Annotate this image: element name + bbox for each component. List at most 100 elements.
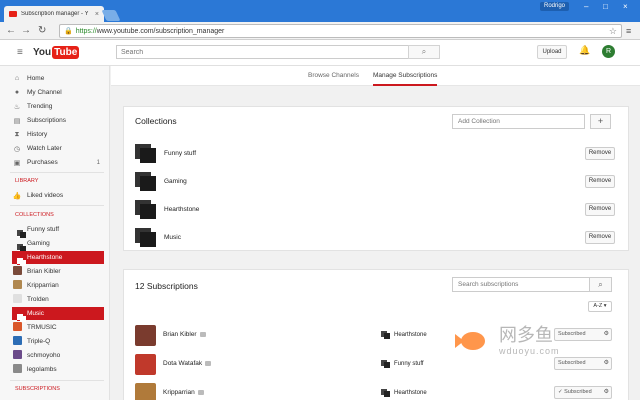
forward-icon[interactable]: → xyxy=(21,25,31,37)
collection-icon xyxy=(135,143,156,163)
collection-icon xyxy=(381,360,390,368)
window-close-icon[interactable]: × xyxy=(623,2,628,11)
channel-collection[interactable]: Funny stuff xyxy=(381,360,424,368)
logo-you-text: You xyxy=(33,47,52,58)
upload-button[interactable]: Upload xyxy=(537,45,567,59)
search-subscriptions-input[interactable] xyxy=(452,277,590,292)
watermark: 网多鱼 wduoyu.com xyxy=(455,322,560,360)
channel-avatar[interactable] xyxy=(135,383,156,400)
new-tab-button[interactable] xyxy=(101,10,121,21)
address-bar[interactable]: 🔒 https://www.youtube.com/subscription_m… xyxy=(59,24,622,38)
collection-row: Music Remove xyxy=(135,226,615,248)
collections-heading: COLLECTIONS xyxy=(15,212,54,218)
mail-icon xyxy=(199,332,206,337)
sidebar-item-trolden[interactable]: Trolden xyxy=(12,293,104,306)
sidebar-item-trmusic[interactable]: TRMUSIC xyxy=(12,321,104,334)
sidebar-item-gaming[interactable]: Gaming xyxy=(12,237,104,250)
minimize-icon[interactable]: – xyxy=(584,2,588,11)
guide-menu-icon[interactable]: ≡ xyxy=(17,47,23,58)
back-icon[interactable]: ← xyxy=(6,25,16,37)
browser-menu-icon[interactable]: ≡ xyxy=(626,26,631,36)
collections-title: Collections xyxy=(135,116,177,126)
divider xyxy=(10,172,104,173)
avatar[interactable]: R xyxy=(602,45,615,58)
tab-manage-subscriptions[interactable]: Manage Subscriptions xyxy=(373,66,438,86)
channel-name[interactable]: Dota Watafak xyxy=(163,360,212,367)
youtube-logo[interactable]: You Tube xyxy=(33,46,80,59)
subscribed-button[interactable]: Subscribed ⚙ xyxy=(554,328,612,341)
sidebar-item-home[interactable]: ⌂ Home xyxy=(12,72,104,85)
collection-name[interactable]: Music xyxy=(164,234,181,241)
sidebar-item-history[interactable]: ⧗ History xyxy=(12,128,104,141)
channel-avatar xyxy=(12,336,22,345)
sidebar-item-brian-kibler[interactable]: Brian Kibler xyxy=(12,265,104,278)
sidebar-item-funny-stuff[interactable]: Funny stuff xyxy=(12,223,104,236)
subscribed-button[interactable]: Subscribed ⚙ xyxy=(554,357,612,370)
bookmark-star-icon[interactable]: ☆ xyxy=(609,25,617,38)
channel-name[interactable]: Kripparrian xyxy=(163,389,204,396)
collection-icon xyxy=(381,389,390,397)
browser-toolbar: ← → ↻ 🔒 https://www.youtube.com/subscrip… xyxy=(0,22,640,40)
sidebar-item-legolambs[interactable]: legolambs xyxy=(12,363,104,376)
divider xyxy=(10,380,104,381)
mail-icon xyxy=(197,390,204,395)
remove-button[interactable]: Remove xyxy=(585,230,615,244)
collection-name[interactable]: Hearthstone xyxy=(164,206,199,213)
add-collection-button[interactable]: + xyxy=(590,114,611,129)
collection-icon xyxy=(381,331,390,339)
reload-icon[interactable]: ↻ xyxy=(38,25,46,37)
browser-tab[interactable]: Subscription manager - Y × xyxy=(4,6,104,22)
search-input[interactable] xyxy=(116,45,409,59)
watermark-url: wduoyu.com xyxy=(499,346,560,356)
search-button[interactable]: ⌕ xyxy=(408,45,440,59)
subscriptions-icon: ▤ xyxy=(13,117,21,125)
subscriptions-title: 12 Subscriptions xyxy=(135,281,198,291)
search-icon: ⌕ xyxy=(421,47,427,56)
sidebar-item-triple-q[interactable]: Triple-Q xyxy=(12,335,104,348)
search-subscriptions-button[interactable]: ⌕ xyxy=(589,277,612,292)
sidebar-item-schmoyoho[interactable]: schmoyoho xyxy=(12,349,104,362)
gear-icon[interactable]: ⚙ xyxy=(604,387,609,398)
sort-dropdown[interactable]: A-Z ▾ xyxy=(588,301,612,312)
purchases-count: 1 xyxy=(96,159,100,166)
url-scheme: https:// xyxy=(75,27,97,35)
channel-avatar xyxy=(12,322,22,331)
remove-button[interactable]: Remove xyxy=(585,202,615,216)
home-icon: ⌂ xyxy=(14,75,20,82)
channel-avatar[interactable] xyxy=(135,354,156,375)
collection-name[interactable]: Gaming xyxy=(164,178,187,185)
tab-browse-channels[interactable]: Browse Channels xyxy=(308,66,359,86)
channel-avatar xyxy=(12,364,22,373)
bell-icon[interactable]: 🔔 xyxy=(579,45,590,56)
sidebar-item-my-channel[interactable]: ● My Channel xyxy=(12,86,104,99)
tab-close-icon[interactable]: × xyxy=(95,11,99,18)
remove-button[interactable]: Remove xyxy=(585,146,615,160)
channel-avatar xyxy=(12,280,22,289)
channel-collection[interactable]: Hearthstone xyxy=(381,331,427,339)
profile-name-badge[interactable]: Rodrigo xyxy=(540,2,570,11)
sidebar: ⌂ Home ● My Channel ♨ Trending ▤ Subscriptio… xyxy=(0,66,110,400)
library-heading: LIBRARY xyxy=(15,178,39,184)
lock-icon: 🔒 xyxy=(64,28,73,35)
sidebar-item-music[interactable]: Music xyxy=(12,307,104,320)
gear-icon[interactable]: ⚙ xyxy=(604,358,609,369)
collection-icon xyxy=(135,199,156,219)
sidebar-item-watch-later[interactable]: ◷ Watch Later xyxy=(12,142,104,155)
channel-collection[interactable]: Hearthstone xyxy=(381,389,427,397)
add-collection-input[interactable] xyxy=(452,114,585,129)
sidebar-item-subscriptions[interactable]: ▤ Subscriptions xyxy=(12,114,104,127)
sidebar-item-liked-videos[interactable]: 👍 Liked videos xyxy=(12,189,104,202)
search-icon: ⌕ xyxy=(598,280,603,289)
sidebar-item-purchases[interactable]: ▣ Purchases 1 xyxy=(12,156,104,169)
sidebar-item-trending[interactable]: ♨ Trending xyxy=(12,100,104,113)
channel-avatar[interactable] xyxy=(135,325,156,346)
channel-name[interactable]: Brian Kibler xyxy=(163,331,206,338)
collection-name[interactable]: Funny stuff xyxy=(164,150,196,157)
sidebar-item-kripparrian[interactable]: Kripparrian xyxy=(12,279,104,292)
gear-icon[interactable]: ⚙ xyxy=(604,329,609,340)
subscribed-button[interactable]: ✓ Subscribed ⚙ xyxy=(554,386,612,399)
remove-button[interactable]: Remove xyxy=(585,174,615,188)
masthead: ≡ YouTube ⌕ Upload 🔔 R xyxy=(0,40,640,66)
maximize-icon[interactable]: □ xyxy=(603,2,608,11)
sidebar-item-hearthstone[interactable]: Hearthstone xyxy=(12,251,104,264)
